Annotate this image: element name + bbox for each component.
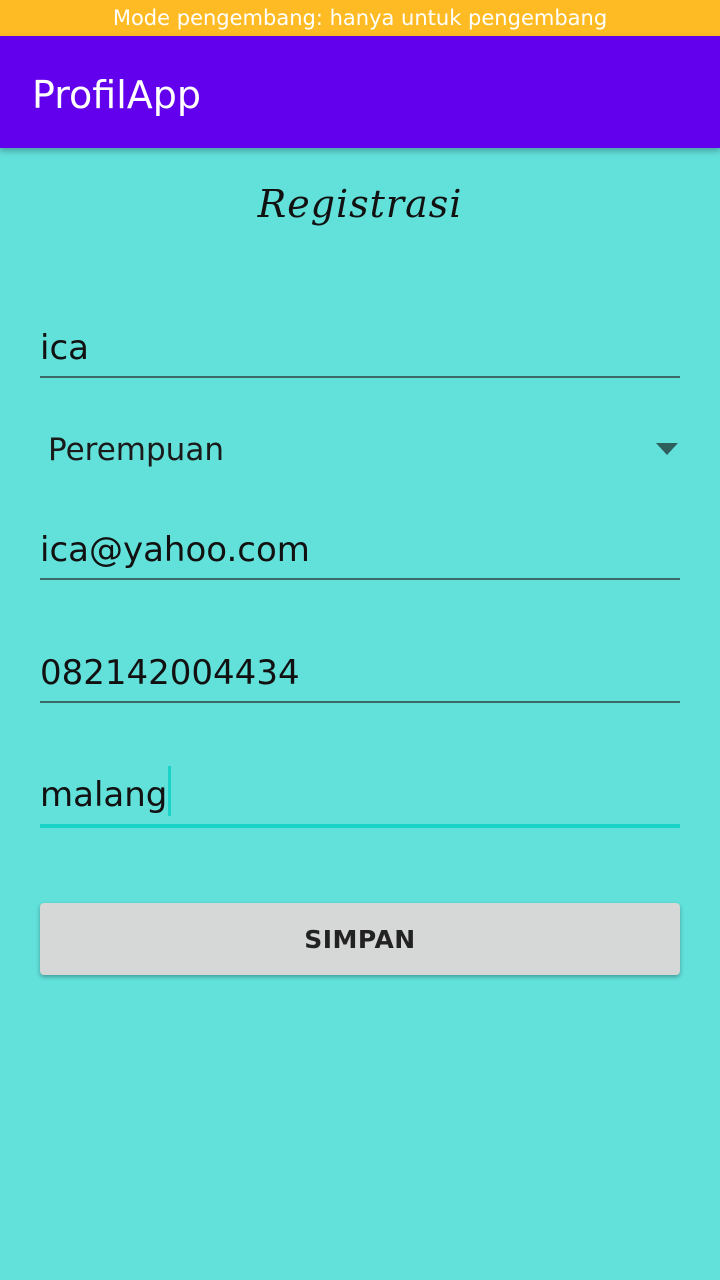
city-field[interactable]: malang [40, 766, 680, 828]
phone-field-value: 082142004434 [40, 653, 300, 693]
gender-selected-value: Perempuan [48, 432, 224, 468]
gender-spinner[interactable]: Perempuan [40, 418, 680, 484]
app-title: ProfilApp [32, 73, 202, 117]
form-title: Registrasi [257, 182, 463, 226]
developer-mode-text: Mode pengembang: hanya untuk pengembang [112, 6, 608, 30]
email-field[interactable]: ica@yahoo.com [40, 518, 680, 580]
save-button[interactable]: SIMPAN [40, 903, 680, 975]
city-field-value: malang [40, 775, 168, 815]
name-field[interactable]: ica [40, 316, 680, 378]
developer-mode-banner: Mode pengembang: hanya untuk pengembang [0, 0, 720, 36]
text-cursor [168, 766, 172, 816]
email-field-value: ica@yahoo.com [40, 530, 310, 570]
screen: Mode pengembang: hanya untuk pengembang … [0, 0, 720, 1280]
chevron-down-icon [656, 443, 678, 455]
app-bar: ProfilApp [0, 36, 720, 148]
name-field-value: ica [40, 328, 89, 368]
city-field-content: malang [40, 766, 172, 816]
phone-field[interactable]: 082142004434 [40, 641, 680, 703]
